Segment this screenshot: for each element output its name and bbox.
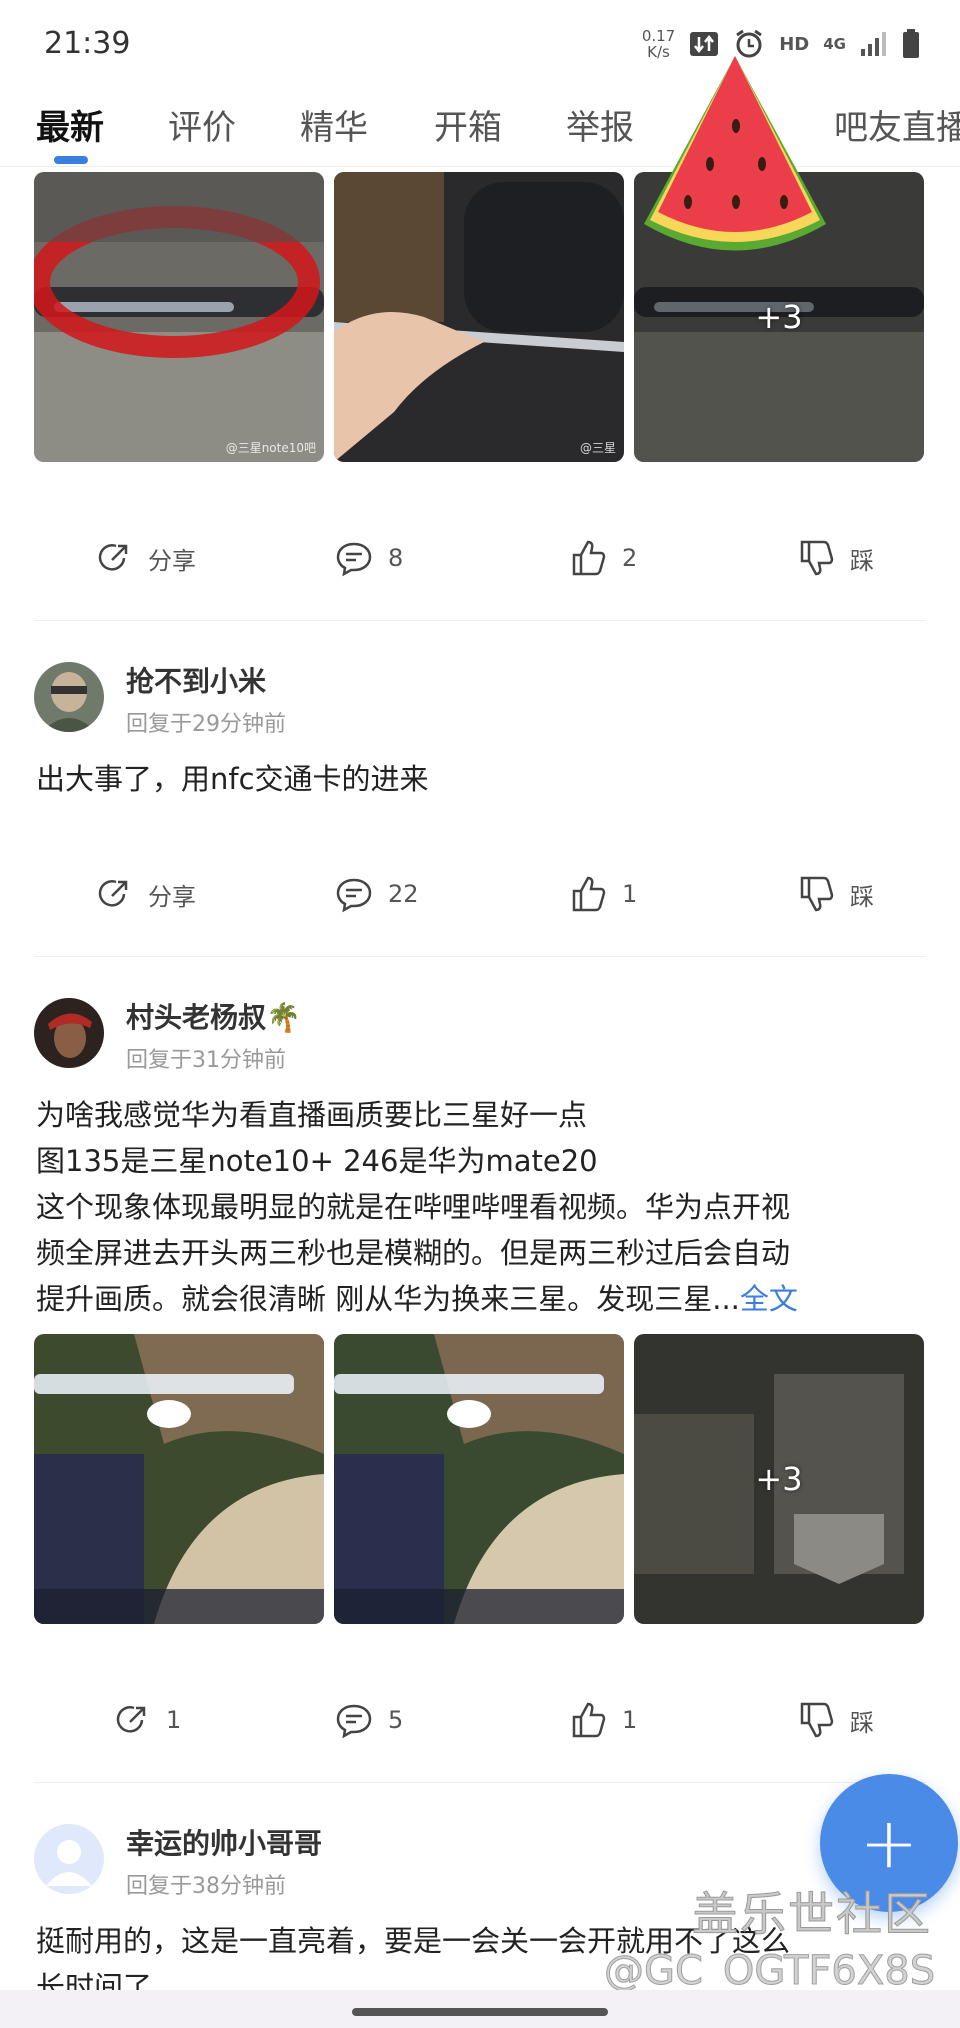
post-image[interactable]: +3 — [634, 1334, 924, 1624]
thumbs-up-icon — [572, 876, 606, 912]
image-watermark: @三星note10吧 — [225, 441, 316, 455]
post-action-bar: 分享 22 1 踩 — [0, 864, 960, 924]
game-screenshot-1 — [34, 1334, 324, 1624]
tab-unboxing[interactable]: 开箱 — [434, 100, 502, 149]
post-action-bar: 1 5 1 踩 — [0, 1690, 960, 1750]
dislike-button[interactable]: 踩 — [796, 874, 874, 914]
status-time: 21:39 — [44, 26, 131, 61]
post-image[interactable] — [34, 1334, 324, 1624]
phone-side-photo-1 — [34, 172, 324, 462]
username[interactable]: 村头老杨叔🌴 — [126, 996, 301, 1036]
post-image[interactable]: @三星note10吧 — [34, 172, 324, 462]
share-icon — [98, 880, 128, 907]
comment-button[interactable]: 22 — [334, 874, 419, 914]
avatar[interactable] — [34, 1824, 104, 1894]
username[interactable]: 抢不到小米 — [126, 660, 266, 700]
share-button[interactable]: 1 — [112, 1700, 181, 1740]
game-screenshot-2 — [334, 1334, 624, 1624]
tab-featured[interactable]: 精华 — [300, 100, 368, 149]
thumbs-down-icon — [800, 540, 834, 576]
like-button[interactable]: 2 — [568, 538, 637, 578]
watermelon-sticker — [644, 56, 826, 251]
share-button[interactable]: 分享 — [94, 874, 196, 914]
thumbs-up-icon — [572, 540, 606, 576]
image-watermark: @三星 — [579, 441, 616, 455]
signal-icon — [861, 32, 886, 56]
comment-icon — [336, 878, 372, 913]
post-image[interactable] — [334, 1334, 624, 1624]
divider — [34, 956, 926, 957]
network-type: 4G — [823, 34, 846, 53]
dislike-button[interactable]: 踩 — [796, 538, 874, 578]
avatar[interactable] — [34, 998, 104, 1068]
phone-in-hand-photo — [334, 172, 624, 462]
battery-icon — [903, 29, 919, 58]
community-watermark: 盖乐世社区 — [692, 1887, 932, 1942]
like-button[interactable]: 1 — [568, 1700, 637, 1740]
active-tab-indicator — [54, 156, 88, 164]
comment-button[interactable]: 8 — [334, 538, 403, 578]
user-id-watermark: @GC_OGTF6X8S — [603, 1948, 936, 1995]
post-text[interactable]: 为啥我感觉华为看直播画质要比三星好一点 图135是三星note10+ 246是华… — [36, 1092, 926, 1322]
reply-time: 回复于29分钟前 — [126, 712, 286, 737]
post-action-bar: 分享 8 2 踩 — [0, 528, 960, 588]
divider — [34, 1782, 926, 1783]
share-icon — [98, 544, 128, 571]
comment-button[interactable]: 5 — [334, 1700, 403, 1740]
full-text-link[interactable]: 全文 — [740, 1282, 798, 1316]
thumbs-down-icon — [800, 1702, 834, 1738]
soldier-avatar-image — [34, 662, 104, 732]
post-image[interactable]: @三星 — [334, 172, 624, 462]
reply-time: 回复于31分钟前 — [126, 1048, 286, 1073]
default-user-avatar-image — [34, 1824, 104, 1894]
post-text[interactable]: 出大事了，用nfc交通卡的进来 — [36, 756, 926, 802]
like-button[interactable]: 1 — [568, 874, 637, 914]
username[interactable]: 幸运的帅小哥哥 — [126, 1822, 322, 1862]
tab-report[interactable]: 举报 — [566, 100, 634, 149]
avatar[interactable] — [34, 662, 104, 732]
share-icon — [116, 1706, 146, 1733]
man-with-red-cap-avatar-image — [34, 998, 104, 1068]
divider — [34, 620, 926, 621]
thumbs-up-icon — [572, 1702, 606, 1738]
comment-icon — [336, 1704, 372, 1739]
reply-time: 回复于38分钟前 — [126, 1874, 286, 1899]
home-gesture-handle[interactable] — [352, 2008, 608, 2016]
tab-latest[interactable]: 最新 — [36, 100, 104, 149]
more-images-count: +3 — [755, 1460, 803, 1498]
dislike-button[interactable]: 踩 — [796, 1700, 874, 1740]
tab-member-live[interactable]: 吧友直播 — [834, 100, 960, 149]
tab-reviews[interactable]: 评价 — [168, 100, 236, 149]
thumbs-down-icon — [800, 876, 834, 912]
comment-icon — [336, 542, 372, 577]
share-button[interactable]: 分享 — [94, 538, 196, 578]
